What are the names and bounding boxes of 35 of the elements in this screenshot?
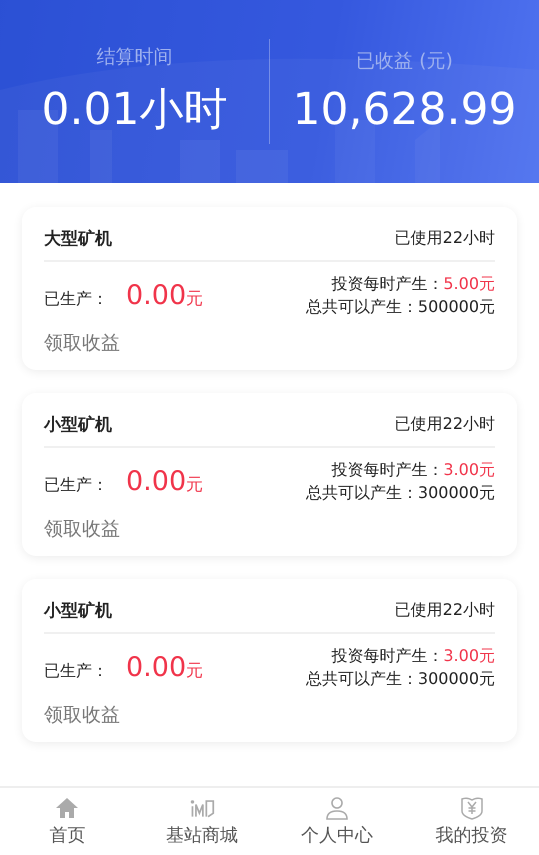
total-text: 总共可以产生：300000元: [306, 482, 495, 504]
rate-value: 5.00元: [443, 274, 495, 293]
home-icon: [54, 796, 80, 820]
produced-value: 0.00元: [126, 652, 204, 682]
stat-label: 已收益 (元): [356, 49, 453, 74]
produced-value: 0.00元: [126, 280, 204, 310]
stat-label: 结算时间: [96, 45, 172, 70]
nav-tab[interactable]: 我的投资: [404, 788, 539, 855]
machine-name: 大型矿机: [44, 228, 112, 250]
total-text: 总共可以产生：300000元: [306, 668, 495, 690]
nav-tab[interactable]: 基站商城: [134, 788, 270, 855]
machine-name: 小型矿机: [44, 600, 112, 622]
claim-link[interactable]: 领取收益: [44, 702, 120, 728]
produced-value: 0.00元: [126, 466, 204, 496]
rate-label: 投资每时产生：: [331, 460, 444, 479]
usage-text: 已使用22小时: [394, 228, 495, 249]
usage-text: 已使用22小时: [394, 414, 495, 435]
total-text: 总共可以产生：500000元: [306, 296, 495, 318]
machine-name: 小型矿机: [44, 414, 112, 436]
produced-label: 已生产：: [44, 288, 108, 310]
usage-text: 已使用22小时: [394, 600, 495, 621]
stat-value: 10,628.99: [292, 84, 516, 135]
user-icon: [324, 796, 350, 820]
claim-link[interactable]: 领取收益: [44, 330, 120, 356]
rate-label: 投资每时产生：: [331, 274, 444, 293]
stat-value: 0.01小时: [42, 83, 228, 137]
claim-link[interactable]: 领取收益: [44, 516, 120, 542]
rate-value: 3.00元: [443, 646, 495, 665]
shield-icon: [458, 796, 485, 820]
produced-label: 已生产：: [44, 660, 108, 682]
produced-label: 已生产：: [44, 474, 108, 496]
nav-tab[interactable]: 个人中心: [270, 788, 404, 855]
nav-tab[interactable]: 首页: [0, 788, 135, 855]
rate-value: 3.00元: [443, 460, 495, 479]
rate-label: 投资每时产生：: [331, 646, 444, 665]
